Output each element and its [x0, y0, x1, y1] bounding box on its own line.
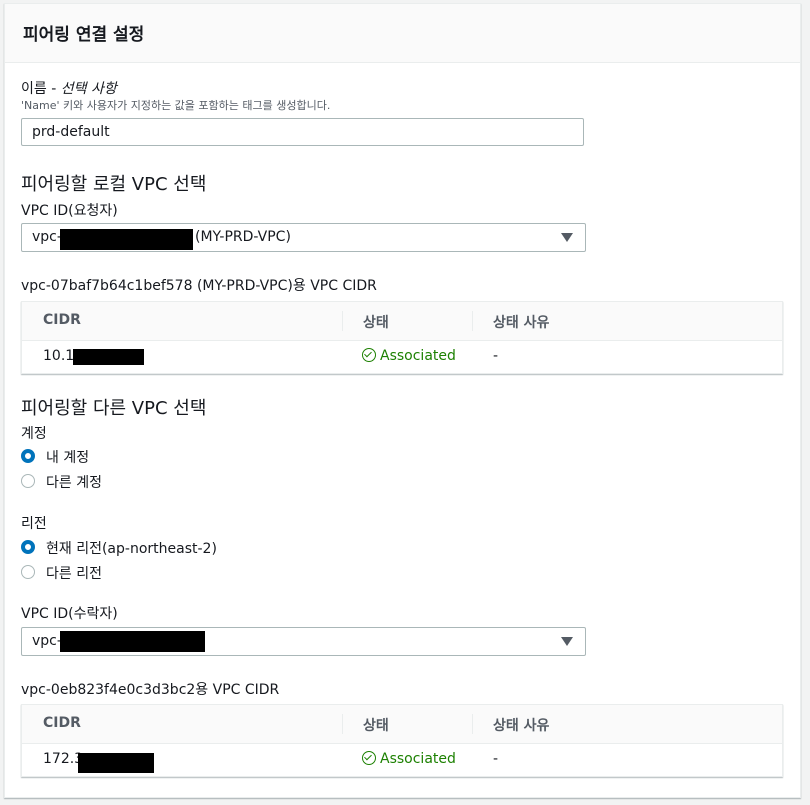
status-cell: Associated [362, 348, 456, 364]
name-input-value: prd-default [32, 124, 110, 140]
panel-header: 피어링 연결 설정 [5, 4, 800, 63]
column-divider [472, 714, 473, 734]
redaction-bar [73, 349, 144, 365]
column-divider [342, 714, 343, 734]
status-reason-cell: - [493, 751, 499, 767]
local-cidr-table-title: vpc-07baf7b64c1bef578 (MY-PRD-VPC)용 VPC … [21, 278, 377, 294]
peering-settings-panel: 피어링 연결 설정 이름 - 선택 사항 'Name' 키와 사용자가 지정하는… [4, 3, 801, 798]
panel-title: 피어링 연결 설정 [23, 25, 145, 45]
name-label-dash: - [51, 81, 61, 97]
radio-my-account-label[interactable]: 내 계정 [46, 447, 89, 467]
radio-other-region[interactable] [21, 565, 35, 579]
redaction-bar [60, 229, 193, 250]
local-cidr-table: CIDR 상태 상태 사유 10.1 Associated - [21, 301, 783, 374]
column-header-status[interactable]: 상태 [363, 715, 389, 735]
account-label: 계정 [21, 426, 47, 442]
peer-cidr-table: CIDR 상태 상태 사유 172.3 Associated - [21, 704, 783, 777]
name-label: 이름 [21, 81, 47, 97]
column-header-status[interactable]: 상태 [363, 312, 389, 332]
radio-other-account[interactable] [21, 474, 35, 488]
table-header-row: CIDR 상태 상태 사유 [22, 705, 782, 744]
peer-vpc-heading: 피어링할 다른 VPC 선택 [21, 398, 207, 419]
caret-down-icon [561, 637, 573, 646]
accepter-vpc-id-label: VPC ID(수락자) [21, 606, 118, 622]
column-header-status-reason[interactable]: 상태 사유 [493, 312, 549, 332]
column-header-status-reason[interactable]: 상태 사유 [493, 715, 549, 735]
name-optional-label: 선택 사항 [60, 81, 117, 97]
redaction-bar [60, 631, 205, 652]
accepter-vpc-select-prefix: vpc- [32, 633, 62, 649]
name-description: 'Name' 키와 사용자가 지정하는 값을 포함하는 태그를 생성합니다. [21, 99, 331, 112]
name-input[interactable]: prd-default [21, 118, 584, 146]
table-header-row: CIDR 상태 상태 사유 [22, 302, 782, 341]
status-cell: Associated [362, 751, 456, 767]
requester-vpc-select-suffix: (MY-PRD-VPC) [195, 229, 291, 245]
radio-current-region[interactable] [21, 540, 35, 554]
local-vpc-heading: 피어링할 로컬 VPC 선택 [21, 174, 207, 195]
status-check-circle-icon [362, 751, 376, 765]
radio-current-region-label[interactable]: 현재 리전(ap-northeast-2) [46, 538, 217, 558]
accepter-vpc-select[interactable]: vpc- [21, 627, 586, 656]
column-divider [342, 311, 343, 331]
status-text: Associated [380, 751, 456, 767]
redaction-bar [78, 753, 154, 773]
radio-my-account[interactable] [21, 449, 35, 463]
requester-vpc-id-label: VPC ID(요청자) [21, 203, 118, 219]
requester-vpc-select[interactable]: vpc-0 (MY-PRD-VPC) [21, 223, 586, 252]
caret-down-icon [561, 233, 573, 242]
status-reason-cell: - [493, 348, 499, 364]
radio-other-region-label[interactable]: 다른 리전 [46, 563, 102, 583]
name-label-row: 이름 - 선택 사항 [21, 78, 117, 98]
region-label: 리전 [21, 516, 47, 532]
column-header-cidr[interactable]: CIDR [43, 715, 81, 731]
cidr-cell: 10.1 [43, 348, 75, 364]
peer-cidr-table-title: vpc-0eb823f4e0c3d3bc2용 VPC CIDR [21, 682, 280, 698]
status-check-circle-icon [362, 348, 376, 362]
status-text: Associated [380, 348, 456, 364]
radio-other-account-label[interactable]: 다른 계정 [46, 472, 102, 492]
column-divider [472, 311, 473, 331]
column-header-cidr[interactable]: CIDR [43, 312, 81, 328]
